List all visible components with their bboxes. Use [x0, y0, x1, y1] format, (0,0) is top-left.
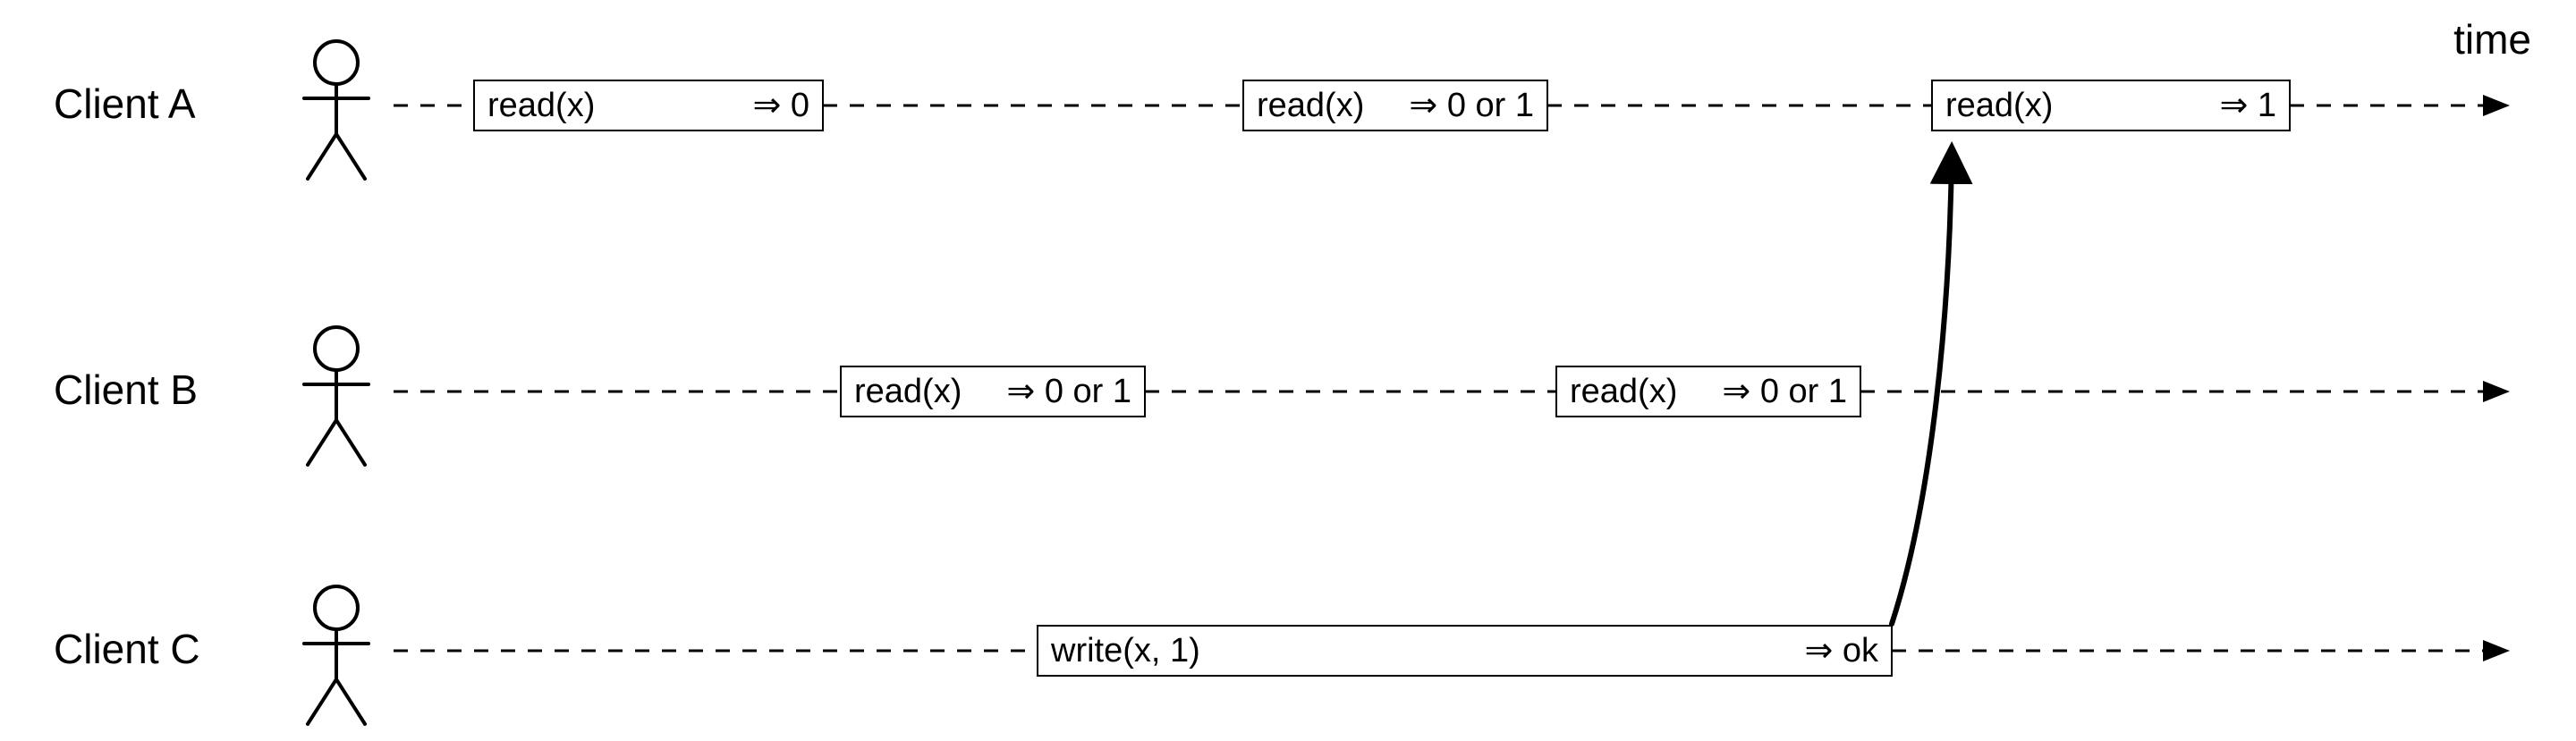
op-result: ⇒ ok — [1804, 632, 1879, 669]
time-axis-label: time — [2453, 16, 2531, 63]
op-call: read(x) — [854, 373, 962, 410]
op-result: ⇒ 0 or 1 — [1722, 373, 1847, 410]
op-a-read-1: read(x) ⇒ 0 — [474, 80, 823, 131]
op-result: ⇒ 0 or 1 — [1409, 87, 1534, 124]
actor-client-a — [304, 41, 369, 179]
op-c-write: write(x, 1) ⇒ ok — [1038, 626, 1892, 676]
op-b-read-2: read(x) ⇒ 0 or 1 — [1556, 366, 1860, 417]
client-a-label: Client A — [54, 80, 196, 127]
linearizability-diagram: time Client A read(x) ⇒ 0 read(x) ⇒ 0 or… — [0, 0, 2576, 741]
op-result: ⇒ 0 or 1 — [1006, 373, 1131, 410]
op-result: ⇒ 0 — [752, 87, 809, 124]
op-call: read(x) — [1570, 373, 1677, 410]
op-a-read-3: read(x) ⇒ 1 — [1932, 80, 2290, 131]
actor-client-b — [304, 327, 369, 465]
op-a-read-2: read(x) ⇒ 0 or 1 — [1243, 80, 1547, 131]
op-call: read(x) — [1945, 87, 2053, 124]
op-call: write(x, 1) — [1050, 632, 1200, 669]
actor-client-c — [304, 586, 369, 724]
op-b-read-1: read(x) ⇒ 0 or 1 — [841, 366, 1145, 417]
causal-arrow — [1892, 152, 1952, 624]
op-call: read(x) — [487, 87, 595, 124]
op-call: read(x) — [1257, 87, 1364, 124]
op-result: ⇒ 1 — [2219, 87, 2276, 124]
client-b-label: Client B — [54, 366, 198, 413]
client-c-label: Client C — [54, 626, 200, 672]
